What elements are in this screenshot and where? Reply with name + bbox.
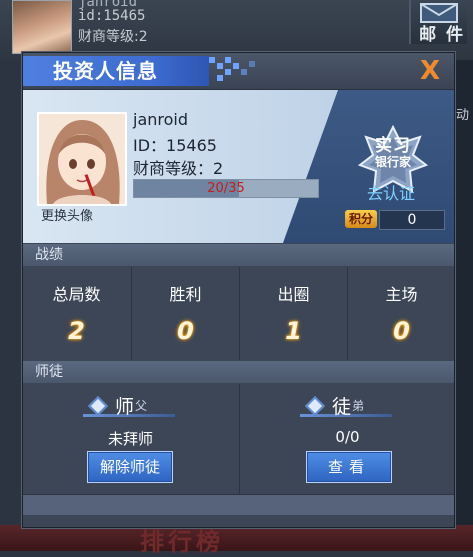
xp-progress-bar: 20/35 [133, 179, 319, 198]
view-disciples-button[interactable]: 查看 [306, 451, 392, 483]
dialog-footer [23, 494, 454, 515]
stats-panel: 总局数 2 胜利 0 出圈 1 主场 0 [23, 267, 454, 360]
stat-label: 主场 [385, 285, 418, 304]
profile-card: 更换头像 janroid ID：15465 财商等级：2 20/35 实习 银行… [23, 90, 454, 243]
stat-label: 出圈 [277, 285, 310, 304]
player-level: 财商等级：2 [133, 159, 224, 178]
investor-info-dialog: 投资人信息 X 更换头像 janroid ID：15465 财商等级：2 20/… [22, 52, 455, 528]
stat-value: 1 [285, 317, 302, 345]
stat-value: 0 [393, 317, 410, 345]
verify-link[interactable]: 去认证 [367, 180, 415, 204]
stat-home: 主场 0 [347, 267, 455, 360]
master-heading: 师 父 [83, 394, 179, 418]
background-player-level: 财商等级:2 [78, 29, 148, 45]
disciple-count: 0/0 [335, 428, 360, 446]
avatar[interactable] [37, 112, 127, 206]
xp-progress-text: 20/35 [207, 181, 245, 196]
diamond-icon [88, 396, 108, 416]
stat-total-games: 总局数 2 [23, 267, 130, 360]
close-button[interactable]: X [416, 58, 444, 84]
badge-subtitle: 银行家 [374, 155, 411, 169]
master-status: 未拜师 [107, 430, 153, 448]
mentor-panel: 师 父 未拜师 解除师徒 徒 弟 0/0 查看 [23, 384, 454, 494]
disciple-column: 徒 弟 0/0 查看 [239, 384, 455, 494]
background-side-label: 动 [455, 108, 469, 123]
stat-out: 出圈 1 [239, 267, 347, 360]
points-value: 0 [379, 210, 445, 230]
change-avatar-link[interactable]: 更换头像 [41, 205, 93, 224]
avatar-portrait-icon [39, 114, 125, 204]
close-icon: X [419, 56, 441, 86]
dialog-title: 投资人信息 [53, 59, 158, 83]
disciple-title: 徒 [332, 396, 352, 418]
points-icon: 积分 [345, 210, 377, 228]
background-avatar [12, 0, 72, 54]
stat-value: 2 [68, 317, 85, 345]
stat-label: 胜利 [169, 285, 202, 304]
player-name: janroid [133, 110, 189, 129]
diamond-icon [305, 396, 325, 416]
mail-label: 邮 件 [419, 25, 465, 45]
player-id: ID：15465 [133, 136, 217, 155]
background-bottom-bar [0, 525, 473, 551]
background-player-id: id:15465 [78, 8, 146, 24]
dialog-title-bar: 投资人信息 X [23, 53, 454, 90]
disciple-title-suffix: 弟 [352, 399, 365, 413]
master-title: 师 [115, 396, 135, 418]
master-column: 师 父 未拜师 解除师徒 [23, 384, 238, 494]
stat-value: 0 [177, 317, 194, 345]
stat-wins: 胜利 0 [131, 267, 239, 360]
mentor-section-header: 师徒 [23, 361, 454, 383]
disciple-heading: 徒 弟 [300, 394, 396, 418]
master-title-suffix: 父 [135, 399, 148, 413]
release-mentorship-button[interactable]: 解除师徒 [87, 451, 173, 483]
stats-section-header: 战绩 [23, 244, 454, 266]
stat-label: 总局数 [52, 285, 101, 304]
